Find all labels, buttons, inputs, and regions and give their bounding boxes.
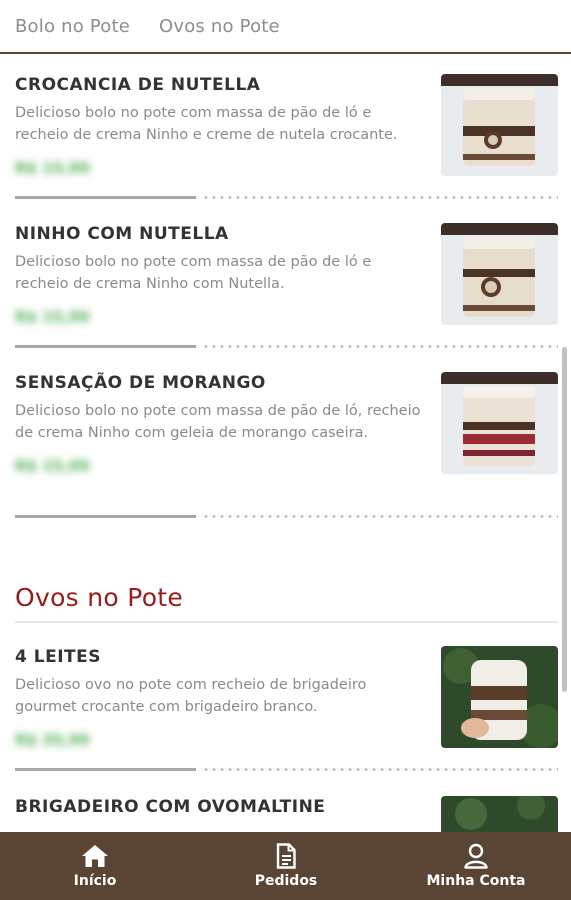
product-price: R$ 35,99 bbox=[15, 731, 90, 749]
product-item[interactable]: NINHO COM NUTELLA Delicioso bolo no pote… bbox=[15, 223, 558, 327]
nav-account-label: Minha Conta bbox=[426, 873, 526, 889]
tab-ovos-no-pote[interactable]: Ovos no Pote bbox=[159, 16, 280, 37]
product-price: R$ 15,99 bbox=[15, 457, 90, 475]
product-item[interactable]: 4 LEITES Delicioso ovo no pote com reche… bbox=[15, 646, 558, 750]
product-item[interactable]: BRIGADEIRO COM OVOMALTINE bbox=[15, 796, 558, 832]
tab-bolo-no-pote[interactable]: Bolo no Pote bbox=[15, 16, 130, 37]
product-price: R$ 15,99 bbox=[15, 159, 90, 177]
product-description: Delicioso ovo no pote com recheio de bri… bbox=[15, 677, 367, 715]
product-image[interactable] bbox=[441, 796, 558, 832]
item-separator bbox=[15, 196, 558, 200]
section-title: Ovos no Pote bbox=[15, 583, 184, 612]
bottom-navigation: Início Pedidos Minha Conta bbox=[0, 832, 571, 900]
section-divider bbox=[15, 621, 558, 623]
scrollbar-thumb[interactable] bbox=[562, 347, 567, 692]
item-separator bbox=[15, 345, 558, 349]
nav-home-label: Início bbox=[73, 873, 117, 889]
item-separator bbox=[15, 768, 558, 772]
product-price: R$ 15,99 bbox=[15, 308, 90, 326]
nav-orders[interactable]: Pedidos bbox=[246, 832, 326, 900]
nav-account[interactable]: Minha Conta bbox=[416, 832, 536, 900]
home-icon bbox=[80, 843, 110, 869]
user-icon bbox=[463, 843, 489, 869]
nav-orders-label: Pedidos bbox=[254, 873, 318, 889]
product-description: Delicioso bolo no pote com massa de pão … bbox=[15, 105, 398, 143]
product-image[interactable] bbox=[441, 372, 558, 474]
document-icon bbox=[275, 843, 297, 869]
product-image[interactable] bbox=[441, 646, 558, 748]
product-item[interactable]: CROCANCIA DE NUTELLA Delicioso bolo no p… bbox=[15, 74, 558, 178]
product-item[interactable]: SENSAÇÃO DE MORANGO Delicioso bolo no po… bbox=[15, 372, 558, 476]
product-image[interactable] bbox=[441, 223, 558, 325]
product-description: Delicioso bolo no pote com massa de pão … bbox=[15, 403, 421, 441]
item-separator bbox=[15, 515, 558, 519]
category-tabs: Bolo no Pote Ovos no Pote bbox=[0, 0, 571, 54]
product-description: Delicioso bolo no pote com massa de pão … bbox=[15, 254, 372, 292]
nav-home[interactable]: Início bbox=[55, 832, 135, 900]
product-list: CROCANCIA DE NUTELLA Delicioso bolo no p… bbox=[0, 56, 571, 832]
product-image[interactable] bbox=[441, 74, 558, 176]
